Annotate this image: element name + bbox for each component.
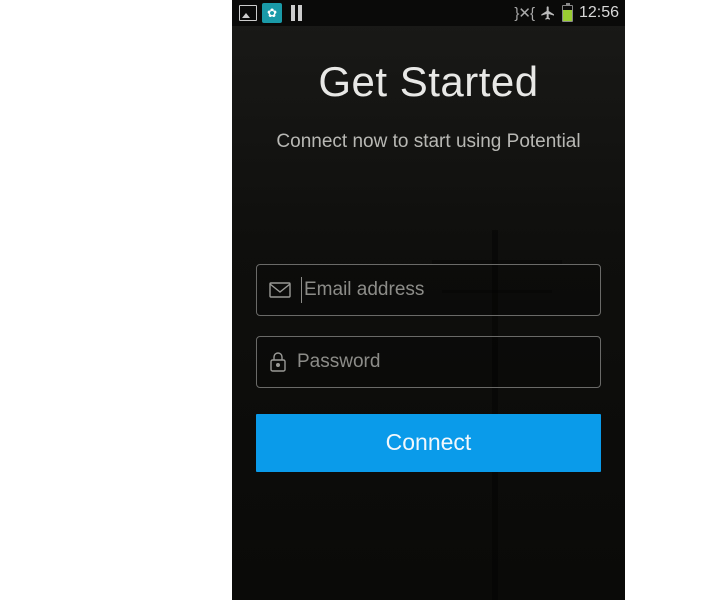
page-title: Get Started — [256, 58, 601, 106]
main-content: Get Started Connect now to start using P… — [232, 26, 625, 472]
vibrate-silent-icon: }✕{ — [514, 4, 534, 22]
status-bar-left: ✿ — [238, 3, 306, 23]
battery-icon — [562, 5, 573, 22]
gallery-icon — [238, 3, 258, 23]
pause-icon — [286, 3, 306, 23]
password-input-wrap[interactable] — [256, 336, 601, 388]
email-input-wrap[interactable] — [256, 264, 601, 316]
status-bar: ✿ }✕{ 12:56 — [232, 0, 625, 26]
login-form: Connect — [256, 264, 601, 472]
status-bar-right: }✕{ 12:56 — [514, 4, 619, 22]
lock-icon — [269, 351, 287, 373]
airplane-mode-icon — [540, 5, 556, 21]
email-field[interactable] — [304, 279, 588, 301]
mail-icon — [269, 282, 291, 298]
status-clock: 12:56 — [579, 4, 619, 22]
phone-screen: ✿ }✕{ 12:56 Get Started Connect now to s… — [232, 0, 625, 600]
page-subtitle: Connect now to start using Potential — [256, 128, 601, 156]
connect-button[interactable]: Connect — [256, 414, 601, 472]
password-field[interactable] — [297, 351, 588, 373]
text-cursor — [301, 277, 302, 303]
app-notification-icon: ✿ — [262, 3, 282, 23]
